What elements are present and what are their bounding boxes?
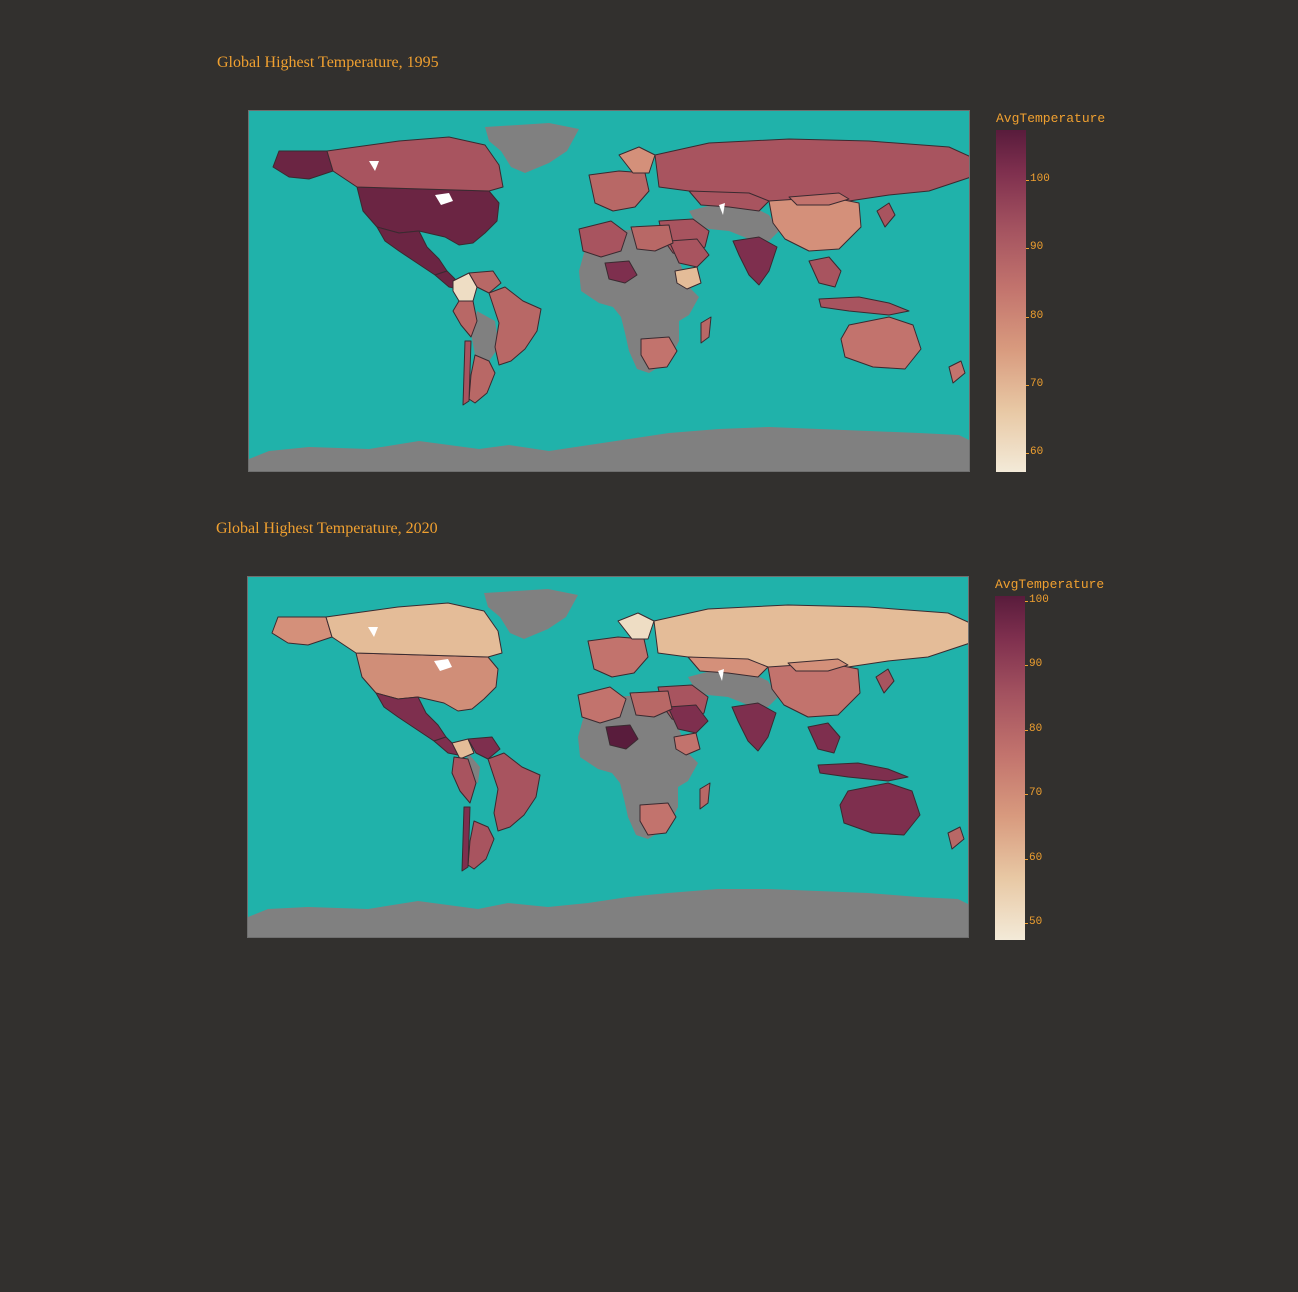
colorbar-tick-label: 90 bbox=[1029, 658, 1043, 670]
southern-africa bbox=[640, 336, 678, 370]
scandinavia bbox=[618, 146, 656, 174]
colorbar-tick-label: 100 bbox=[1030, 173, 1050, 185]
colorbar-tick-mark bbox=[1025, 665, 1028, 666]
venezuela bbox=[467, 736, 501, 760]
brazil bbox=[487, 752, 541, 832]
argentina bbox=[468, 354, 496, 404]
japan bbox=[876, 202, 896, 228]
australia bbox=[840, 316, 922, 370]
scandinavia bbox=[617, 612, 655, 640]
colorbar bbox=[996, 130, 1026, 472]
map-panel-2020: Global Highest Temperature, 2020 AvgTemp… bbox=[0, 466, 1298, 940]
southeast-asia bbox=[808, 256, 842, 288]
peru bbox=[452, 300, 478, 338]
colorbar-tick-mark bbox=[1026, 180, 1029, 181]
colorbar-tick-mark bbox=[1026, 453, 1029, 454]
map-title: Global Highest Temperature, 2020 bbox=[216, 520, 438, 537]
colorbar-tick-label: 60 bbox=[1030, 446, 1044, 458]
choropleth-map[interactable] bbox=[247, 576, 969, 938]
colorbar-tick-mark bbox=[1025, 601, 1028, 602]
colorbar-tick-label: 80 bbox=[1029, 723, 1043, 735]
map-title: Global Highest Temperature, 1995 bbox=[217, 54, 439, 71]
europe-west bbox=[588, 170, 650, 212]
colorbar-tick-label: 90 bbox=[1030, 241, 1044, 253]
canada bbox=[325, 602, 503, 658]
colorbar-tick-mark bbox=[1026, 248, 1029, 249]
new-zealand bbox=[947, 826, 965, 850]
colorbar-tick-label: 100 bbox=[1029, 594, 1049, 606]
colorbar-title: AvgTemperature bbox=[996, 111, 1106, 126]
colorbar-tick-mark bbox=[1025, 730, 1028, 731]
india bbox=[731, 702, 777, 752]
japan bbox=[875, 668, 895, 694]
southeast-asia bbox=[807, 722, 841, 754]
world-map-svg bbox=[249, 123, 969, 471]
madagascar bbox=[700, 316, 712, 344]
colorbar-tick-mark bbox=[1025, 794, 1028, 795]
colorbar-tick-label: 80 bbox=[1030, 310, 1044, 322]
north-africa-west bbox=[577, 686, 627, 724]
argentina bbox=[467, 820, 495, 870]
southern-africa bbox=[639, 802, 677, 836]
colorbar-tick-mark bbox=[1026, 317, 1029, 318]
europe-west bbox=[587, 636, 649, 678]
colorbar-tick-label: 60 bbox=[1029, 852, 1043, 864]
brazil bbox=[488, 286, 542, 366]
indonesia bbox=[817, 762, 909, 782]
colorbar-tick-mark bbox=[1025, 923, 1028, 924]
map-panel-1995: Global Highest Temperature, 1995 AvgTemp… bbox=[0, 0, 1298, 472]
usa bbox=[355, 652, 499, 712]
colorbar bbox=[995, 596, 1025, 940]
usa bbox=[356, 186, 500, 246]
australia bbox=[839, 782, 921, 836]
madagascar bbox=[699, 782, 711, 810]
canada bbox=[326, 136, 504, 192]
colorbar-title: AvgTemperature bbox=[995, 577, 1105, 592]
colorbar-tick-label: 70 bbox=[1030, 378, 1044, 390]
alaska bbox=[272, 150, 334, 180]
north-africa-west bbox=[578, 220, 628, 258]
new-zealand bbox=[948, 360, 966, 384]
world-map-svg bbox=[248, 589, 968, 937]
india bbox=[732, 236, 778, 286]
alaska bbox=[271, 616, 333, 646]
choropleth-map[interactable] bbox=[248, 110, 970, 472]
colorbar-tick-label: 50 bbox=[1029, 916, 1043, 928]
colorbar-tick-mark bbox=[1026, 385, 1029, 386]
antarctica bbox=[248, 889, 968, 937]
colorbar-tick-mark bbox=[1025, 859, 1028, 860]
colorbar-tick-label: 70 bbox=[1029, 787, 1043, 799]
indonesia bbox=[818, 296, 910, 316]
